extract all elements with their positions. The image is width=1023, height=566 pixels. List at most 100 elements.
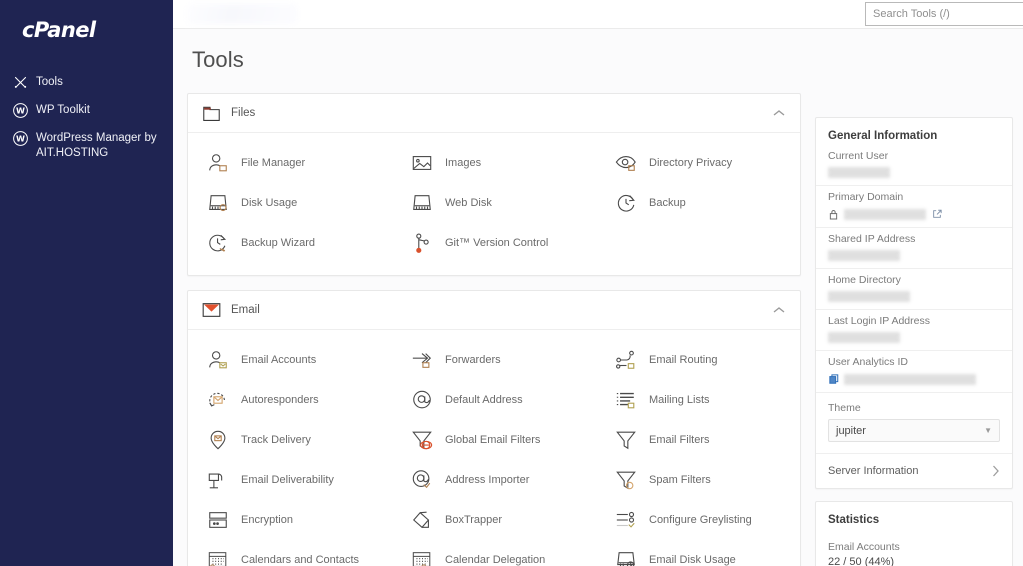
external-link-icon[interactable] xyxy=(931,208,942,220)
info-row-current-user: Current User xyxy=(816,150,1012,185)
server-information-link[interactable]: Server Information xyxy=(816,453,1012,488)
tool-label: Backup Wizard xyxy=(241,237,315,249)
tool-label: Images xyxy=(445,157,482,169)
default-address-icon xyxy=(410,388,434,412)
tool-label: Spam Filters xyxy=(649,474,711,486)
info-label: Last Login IP Address xyxy=(828,315,930,327)
info-label: User Analytics ID xyxy=(828,356,908,368)
encryption-icon xyxy=(206,508,230,532)
copy-icon[interactable] xyxy=(828,373,839,385)
info-row-home-directory: Home Directory xyxy=(816,268,1012,309)
tool-email-deliverability[interactable]: Email Deliverability xyxy=(188,460,392,500)
search-input[interactable] xyxy=(865,2,1023,26)
stat-value: 22 / 50 (44%) xyxy=(828,556,895,566)
tool-email-routing[interactable]: Email Routing xyxy=(596,340,800,380)
page-title: Tools xyxy=(192,47,244,72)
section-title: Files xyxy=(231,107,256,119)
cpanel-logo[interactable]: cPanel xyxy=(0,10,173,52)
sidebar-item-tools[interactable]: Tools xyxy=(0,68,173,96)
section-files-body: File Manager Images Directory Privacy Di… xyxy=(188,133,800,275)
tool-label: Configure Greylisting xyxy=(649,514,752,526)
tool-default-address[interactable]: Default Address xyxy=(392,380,596,420)
tool-label: Email Accounts xyxy=(241,354,317,366)
tool-email-accounts[interactable]: Email Accounts xyxy=(188,340,392,380)
disk-usage-icon xyxy=(206,191,230,215)
tool-autoresponders[interactable]: Autoresponders xyxy=(188,380,392,420)
section-email-header[interactable]: Email xyxy=(188,291,800,330)
tool-disk-usage[interactable]: Disk Usage xyxy=(188,183,392,223)
tool-label: File Manager xyxy=(241,157,306,169)
tool-label: Default Address xyxy=(445,394,523,406)
right-panel: General Information Current User Primary… xyxy=(815,29,1013,566)
stat-row-email-accounts[interactable]: Email Accounts 22 / 50 (44%) xyxy=(816,534,1012,566)
email-disk-usage-icon xyxy=(614,548,638,566)
redacted-value xyxy=(828,291,910,302)
tool-directory-privacy[interactable]: Directory Privacy xyxy=(596,143,800,183)
theme-select[interactable]: jupiter ▼ xyxy=(828,419,1000,442)
tool-backup[interactable]: Backup xyxy=(596,183,800,223)
redacted-header-logo xyxy=(187,4,297,24)
chevron-up-icon[interactable] xyxy=(772,303,786,317)
tool-images[interactable]: Images xyxy=(392,143,596,183)
tool-git-version-control[interactable]: Git™ Version Control xyxy=(392,223,596,263)
tool-global-email-filters[interactable]: Global Email Filters xyxy=(392,420,596,460)
global-email-filters-icon xyxy=(410,428,434,452)
tool-label: Git™ Version Control xyxy=(445,237,549,249)
redacted-value xyxy=(844,373,976,385)
tool-calendars-and-contacts[interactable]: Calendars and Contacts xyxy=(188,540,392,566)
info-row-last-login-ip: Last Login IP Address xyxy=(816,309,1012,350)
server-information-label: Server Information xyxy=(828,465,919,477)
info-label: Current User xyxy=(828,150,889,162)
section-files-header[interactable]: Files xyxy=(188,94,800,133)
sidebar-item-wordpress-manager[interactable]: W WordPress Manager by AIT.HOSTING xyxy=(0,124,173,167)
tool-boxtrapper[interactable]: BoxTrapper xyxy=(392,500,596,540)
chevron-up-icon[interactable] xyxy=(772,106,786,120)
main-area: Tools Files xyxy=(173,0,1023,566)
tool-address-importer[interactable]: Address Importer xyxy=(392,460,596,500)
tool-file-manager[interactable]: File Manager xyxy=(188,143,392,183)
address-importer-icon xyxy=(410,468,434,492)
tool-spam-filters[interactable]: Spam Filters xyxy=(596,460,800,500)
redacted-value xyxy=(828,250,900,261)
spam-filters-icon xyxy=(614,468,638,492)
svg-text:W: W xyxy=(16,105,25,115)
tool-label: Backup xyxy=(649,197,686,209)
tool-web-disk[interactable]: Web Disk xyxy=(392,183,596,223)
info-row-user-analytics-id: User Analytics ID xyxy=(816,350,1012,392)
tool-label: Forwarders xyxy=(445,354,501,366)
tool-forwarders[interactable]: Forwarders xyxy=(392,340,596,380)
tool-backup-wizard[interactable]: Backup Wizard xyxy=(188,223,392,263)
tool-label: Calendar Delegation xyxy=(445,554,546,566)
backup-icon xyxy=(614,191,638,215)
tool-calendar-delegation[interactable]: Calendar Delegation xyxy=(392,540,596,566)
statistics-panel: Statistics Email Accounts 22 / 50 (44%) … xyxy=(815,501,1013,566)
directory-privacy-icon xyxy=(614,151,638,175)
tool-track-delivery[interactable]: Track Delivery xyxy=(188,420,392,460)
tool-mailing-lists[interactable]: Mailing Lists xyxy=(596,380,800,420)
tool-label: Address Importer xyxy=(445,474,530,486)
tool-label: Email Disk Usage xyxy=(649,554,736,566)
tool-encryption[interactable]: Encryption xyxy=(188,500,392,540)
sidebar-item-wp-toolkit[interactable]: W WP Toolkit xyxy=(0,96,173,124)
info-label: Home Directory xyxy=(828,274,901,286)
tool-label: Global Email Filters xyxy=(445,434,541,446)
redacted-value-row xyxy=(828,373,1000,385)
top-bar xyxy=(173,0,1023,29)
tool-configure-greylisting[interactable]: Configure Greylisting xyxy=(596,500,800,540)
sidebar: cPanel Tools W WP Toolkit W WordPress Ma… xyxy=(0,0,173,566)
sidebar-item-label: WP Toolkit xyxy=(36,104,90,116)
tool-label: Email Deliverability xyxy=(241,474,334,486)
tool-label: Mailing Lists xyxy=(649,394,710,406)
tool-email-filters[interactable]: Email Filters xyxy=(596,420,800,460)
tool-label: Directory Privacy xyxy=(649,157,733,169)
envelope-icon xyxy=(200,300,222,320)
redacted-value xyxy=(828,167,890,178)
tool-label: Email Routing xyxy=(649,354,718,366)
section-files: Files File Manager Images Directory Priv… xyxy=(187,93,801,276)
chevron-down-icon: ▼ xyxy=(984,426,992,435)
calendar-delegation-icon xyxy=(410,548,434,566)
svg-text:W: W xyxy=(16,133,25,143)
tool-email-disk-usage[interactable]: Email Disk Usage xyxy=(596,540,800,566)
tool-label: Encryption xyxy=(241,514,293,526)
theme-row: Theme jupiter ▼ xyxy=(816,392,1012,453)
